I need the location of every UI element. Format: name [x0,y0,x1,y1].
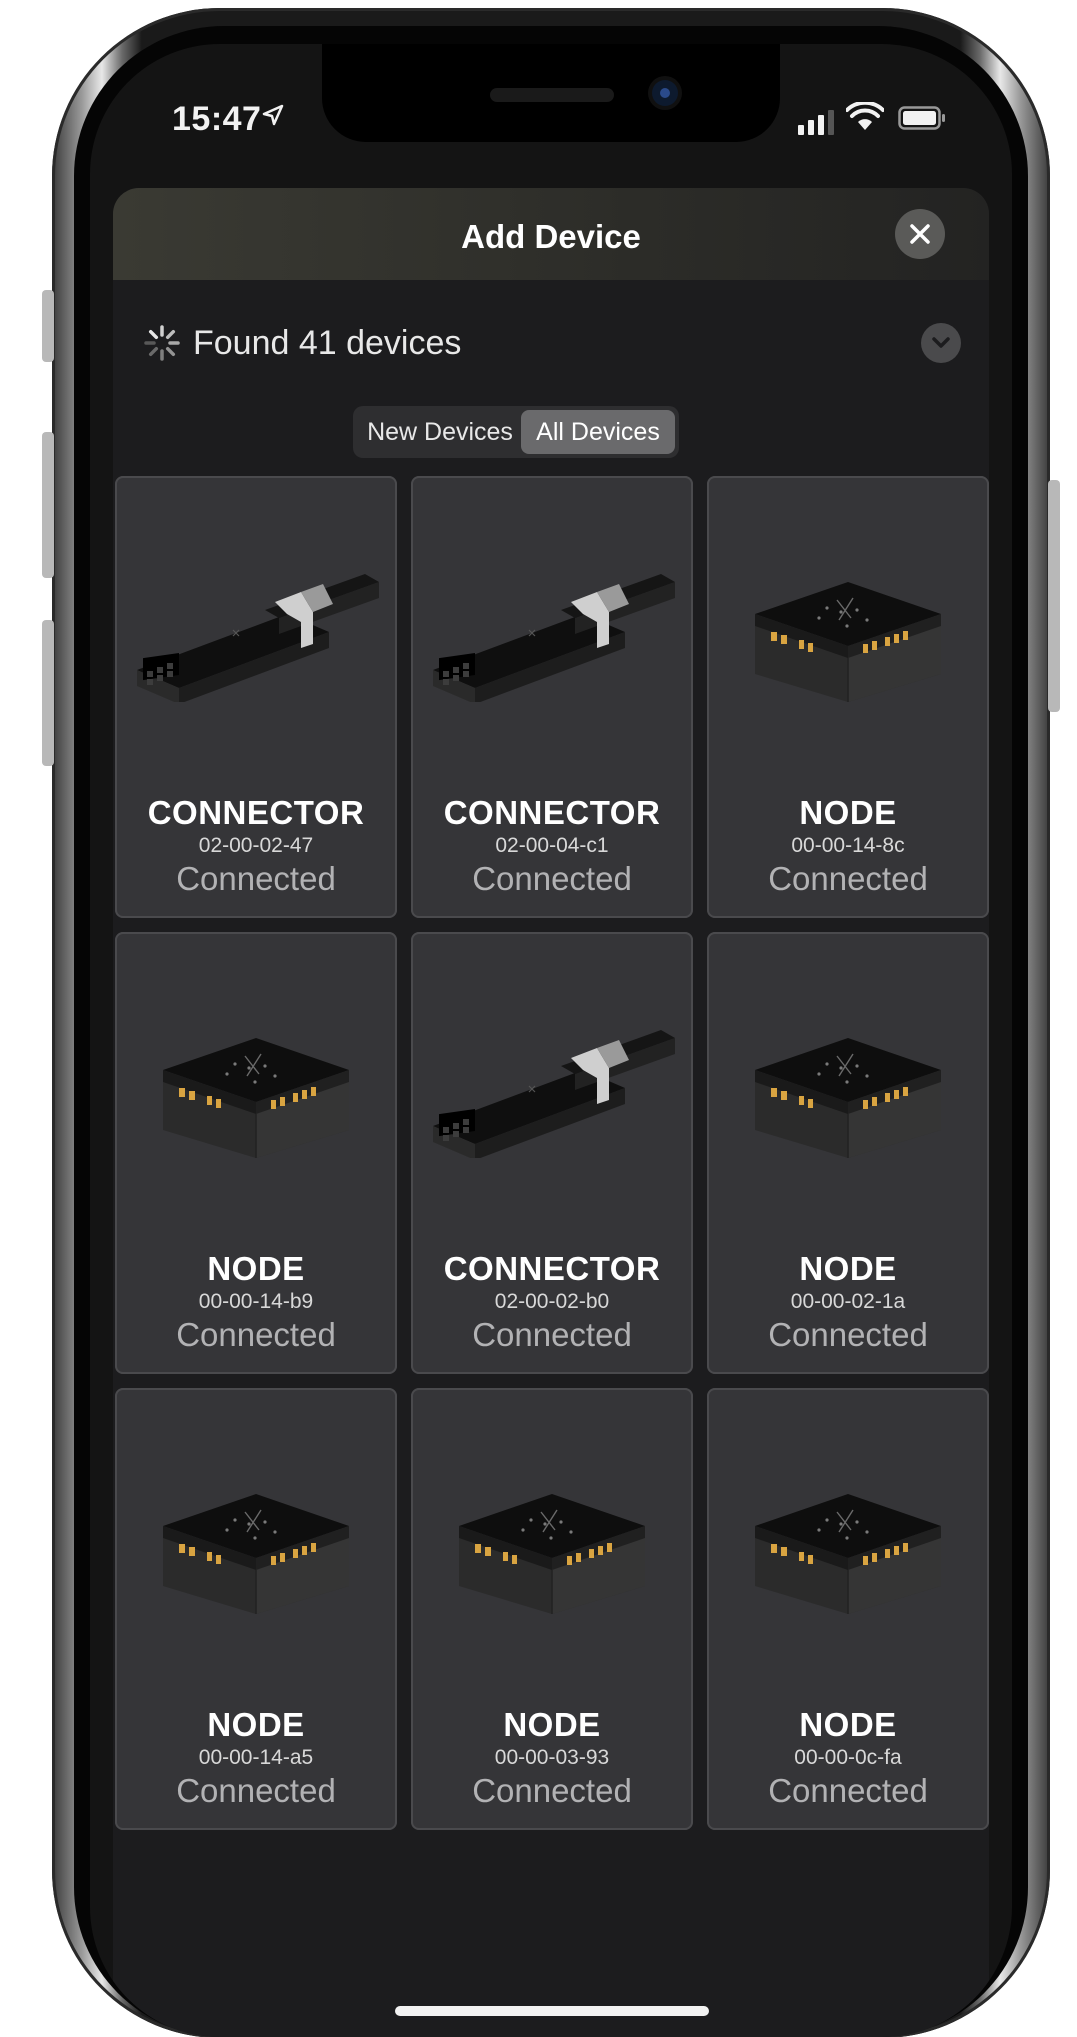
found-devices-row: Found 41 devices [143,320,963,372]
device-type: NODE [207,1250,305,1287]
tab-new-devices[interactable]: New Devices [357,410,523,454]
wifi-icon [846,102,884,130]
device-filter-segmented-control: New Devices All Devices [353,406,679,458]
device-status: Connected [176,1772,336,1809]
device-type: CONNECTOR [147,794,365,831]
device-type: NODE [503,1706,601,1743]
battery-icon [898,106,945,130]
sheet-title: Add Device [461,218,641,255]
device-status: Connected [472,1316,632,1353]
loading-spinner-icon [144,325,180,361]
device-status: Connected [768,1772,928,1809]
device-grid: CONNECTOR 02-00-02-47 Connected CONNECTO… [115,476,989,1830]
node-image [163,1494,349,1614]
device-id: 00-00-14-8c [791,834,905,857]
device-id: 00-00-0c-fa [794,1746,902,1769]
device-card[interactable]: CONNECTOR 02-00-04-c1 Connected [411,476,693,918]
phone-screen: 15:47 Add Device Found 41 devices New De… [90,44,1012,2037]
mute-switch [42,290,54,362]
device-type: NODE [799,1706,897,1743]
node-image [755,1494,941,1614]
device-card[interactable]: CONNECTOR 02-00-02-47 Connected [115,476,397,918]
close-button[interactable] [895,209,945,259]
connector-image [433,1030,675,1158]
location-arrow-icon [262,104,284,126]
connector-image [137,574,379,702]
device-card[interactable]: NODE 00-00-03-93 Connected [411,1388,693,1830]
home-indicator[interactable] [395,2006,709,2016]
node-image [755,1038,941,1158]
device-type: NODE [207,1706,305,1743]
device-card[interactable]: NODE 00-00-14-8c Connected [707,476,989,918]
chevron-down-icon [932,337,950,348]
cellular-signal-icon [798,110,834,135]
device-id: 00-00-02-1a [790,1290,906,1313]
device-type: CONNECTOR [443,1250,661,1287]
node-image [163,1038,349,1158]
device-id: 00-00-03-93 [494,1746,610,1769]
volume-down-button [42,620,54,766]
node-image [755,582,941,702]
tab-all-devices[interactable]: All Devices [521,410,675,454]
device-id: 02-00-04-c1 [495,834,609,857]
device-status: Connected [176,1316,336,1353]
status-time: 15:47 [172,100,262,138]
earpiece-speaker [490,88,614,102]
device-type: NODE [799,794,897,831]
node-image [459,1494,645,1614]
device-status: Connected [768,1316,928,1353]
device-id: 00-00-14-a5 [198,1746,314,1769]
connector-image [433,574,675,702]
sheet-header: Add Device [113,188,989,280]
device-card[interactable]: NODE 00-00-02-1a Connected [707,932,989,1374]
device-card[interactable]: CONNECTOR 02-00-02-b0 Connected [411,932,693,1374]
device-card[interactable]: NODE 00-00-0c-fa Connected [707,1388,989,1830]
front-camera [652,80,678,106]
notch [322,44,780,142]
device-status: Connected [472,1772,632,1809]
device-id: 02-00-02-47 [198,834,314,857]
found-devices-count: Found 41 devices [193,324,462,362]
device-status: Connected [472,860,632,897]
power-button [1048,480,1060,712]
volume-up-button [42,432,54,578]
device-id: 00-00-14-b9 [198,1290,314,1313]
device-type: NODE [799,1250,897,1287]
device-type: CONNECTOR [443,794,661,831]
device-status: Connected [176,860,336,897]
device-card[interactable]: NODE 00-00-14-a5 Connected [115,1388,397,1830]
add-device-sheet: Add Device Found 41 devices New Devices … [113,188,989,2037]
device-mockup: 15:47 Add Device Found 41 devices New De… [0,0,1077,2037]
expand-button[interactable] [921,323,961,363]
device-card[interactable]: NODE 00-00-14-b9 Connected [115,932,397,1374]
close-icon [910,224,930,244]
device-id: 02-00-02-b0 [494,1290,610,1313]
device-status: Connected [768,860,928,897]
